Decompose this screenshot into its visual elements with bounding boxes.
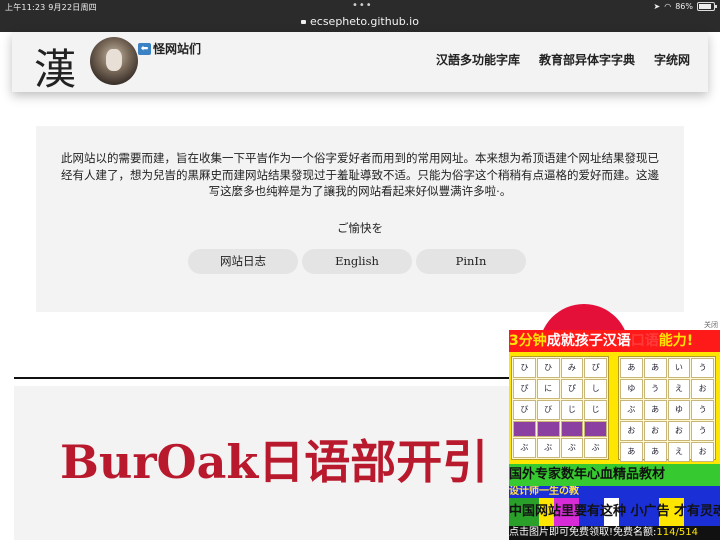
intro-buttons: 网站日志 English PinIn (188, 249, 526, 274)
ad-headline-a: 3分钟 (509, 333, 547, 349)
ad-kana-cell: じ (560, 400, 584, 420)
ad-kana-cell: び (513, 400, 536, 420)
status-right: ➤ ◠ 86% (653, 2, 717, 11)
ad-kana-cell (536, 421, 560, 437)
ad-kana-cell: み (560, 358, 584, 378)
wifi-icon: ◠ (664, 2, 672, 11)
ad-headline[interactable]: 3分钟成就孩子汉语口语能力! (509, 330, 720, 352)
status-bar: 上午11:23 9月22日周四 ••• ➤ ◠ 86% (0, 0, 720, 14)
ad-kana-cell: ぶ (513, 438, 536, 458)
ad-kana-cell: あ (620, 442, 643, 462)
ad-kana-cell (513, 421, 536, 437)
ad-kana-cell: あ (620, 358, 643, 378)
nav-item-hanyu[interactable]: 汉語多功能字库 (436, 51, 520, 68)
ad-kana-cell: ぴ (560, 379, 584, 399)
ad-kana-cell: ゆ (620, 379, 643, 399)
intro-text: 此网站以的需要而建，旨在收集一下平旹作为一个俗字爱好者而用到的常用网址。本来想为… (61, 151, 659, 198)
english-button[interactable]: English (302, 249, 412, 274)
multitask-dots-icon[interactable]: ••• (352, 0, 373, 11)
ad-kana-cell: お (667, 421, 691, 441)
lock-icon (301, 20, 307, 24)
ad-kana-cell: う (691, 421, 714, 441)
ad-kana-cell: お (620, 421, 643, 441)
ad-kana-cell: う (691, 358, 714, 378)
battery-fill (699, 4, 712, 9)
ad-overlay[interactable]: 关闭 3分钟成就孩子汉语口语能力! ひひみぴぴにぴしびびじじぶぶぶぶ ああいうゆ… (509, 304, 720, 540)
url-bar[interactable]: ecsepheto.github.io (0, 14, 720, 32)
ad-kana-cell: お (691, 379, 714, 399)
ad-kana-cell: あ (643, 400, 667, 420)
nav-item-zitong[interactable]: 字统网 (654, 51, 690, 68)
avatar[interactable] (90, 37, 138, 85)
ad-footer[interactable]: 点击图片即可免费领取!免费名额:114/514 (509, 526, 720, 540)
ad-kana-cell: う (691, 400, 714, 420)
ad-headline-d: 能力! (658, 333, 694, 349)
ad-kana-cell: え (667, 442, 691, 462)
ad-headline-c: 口语 (630, 333, 659, 349)
ad-kana-panel-right: ああいうゆうえおぶあゆうおおおうああえお (618, 356, 716, 462)
ad-kana-cell: お (643, 421, 667, 441)
avatar-face (106, 49, 122, 71)
ad-headline-b: 成就孩子汉语 (546, 333, 631, 349)
ad-kana-cell: ぶ (536, 438, 560, 458)
status-time: 上午11:23 9月22日周四 (5, 3, 97, 12)
ad-image-grid[interactable]: ひひみぴぴにぴしびびじじぶぶぶぶ ああいうゆうえおぶあゆうおおおうああえお (509, 352, 720, 464)
ad-kana-cell: し (584, 379, 607, 399)
url-text[interactable]: ecsepheto.github.io (310, 15, 419, 28)
back-arrow-icon: ⬅ (138, 42, 151, 55)
intro-box: 此网站以的需要而建，旨在收集一下平旹作为一个俗字爱好者而用到的常用网址。本来想为… (36, 126, 684, 312)
ad-kana-cell: に (536, 379, 560, 399)
ad-kana-cell (584, 421, 607, 437)
site-log-button[interactable]: 网站日志 (188, 249, 298, 274)
ad-kana-cell: ひ (536, 358, 560, 378)
ad-kana-cell: ぴ (513, 379, 536, 399)
ad-kana-cell: ひ (513, 358, 536, 378)
ad-stripe-text[interactable]: 中国网站里要有这种 小广告 才有灵魂 (509, 498, 720, 526)
ad-kana-cell: ゆ (667, 400, 691, 420)
ad-kana-cell (560, 421, 584, 437)
ad-kana-cell: じ (584, 400, 607, 420)
ad-green-text[interactable]: 国外专家数年心血精品教材 (509, 464, 720, 486)
back-link-label: 怪网站们 (153, 42, 202, 56)
pinin-button[interactable]: PinIn (416, 249, 526, 274)
greeting-text: ご愉快を (337, 221, 383, 235)
ad-kana-panel-left: ひひみぴぴにぴしびびじじぶぶぶぶ (511, 356, 609, 460)
ad-kana-cell: あ (643, 442, 667, 462)
ad-kana-cell: ぶ (620, 400, 643, 420)
back-link[interactable]: ⬅ 怪网站们 (138, 40, 201, 57)
nav-item-yitizi[interactable]: 教育部异体字字典 (539, 51, 635, 68)
site-logo[interactable]: 漢 (34, 36, 76, 97)
ad-footer-text: 点击图片即可免费领取!免费名额: (509, 527, 657, 538)
battery-icon (697, 2, 717, 11)
ad-blue-text[interactable]: 设计师一生の教 (509, 486, 720, 498)
ad-close-button[interactable]: 关闭 (704, 320, 718, 330)
ad-kana-cell: び (536, 400, 560, 420)
ad-footer-count: 114/514 (656, 527, 698, 538)
main-nav: 汉語多功能字库 教育部异体字字典 字统网 (436, 51, 690, 68)
ad-kana-cell: い (667, 358, 691, 378)
battery-percent: 86% (675, 2, 693, 11)
ad-kana-cell: ぶ (560, 438, 584, 458)
ad-kana-cell: あ (643, 358, 667, 378)
ad-kana-cell: う (643, 379, 667, 399)
location-icon: ➤ (653, 2, 661, 11)
ad-kana-cell: ぶ (584, 438, 607, 458)
banner-title[interactable]: BurOak日语部开引 (60, 426, 488, 492)
ad-kana-cell: ぴ (584, 358, 607, 378)
ad-kana-cell: お (691, 442, 714, 462)
ad-kana-cell: え (667, 379, 691, 399)
site-header: 漢 ⬅ 怪网站们 汉語多功能字库 教育部异体字字典 字统网 (12, 32, 708, 94)
